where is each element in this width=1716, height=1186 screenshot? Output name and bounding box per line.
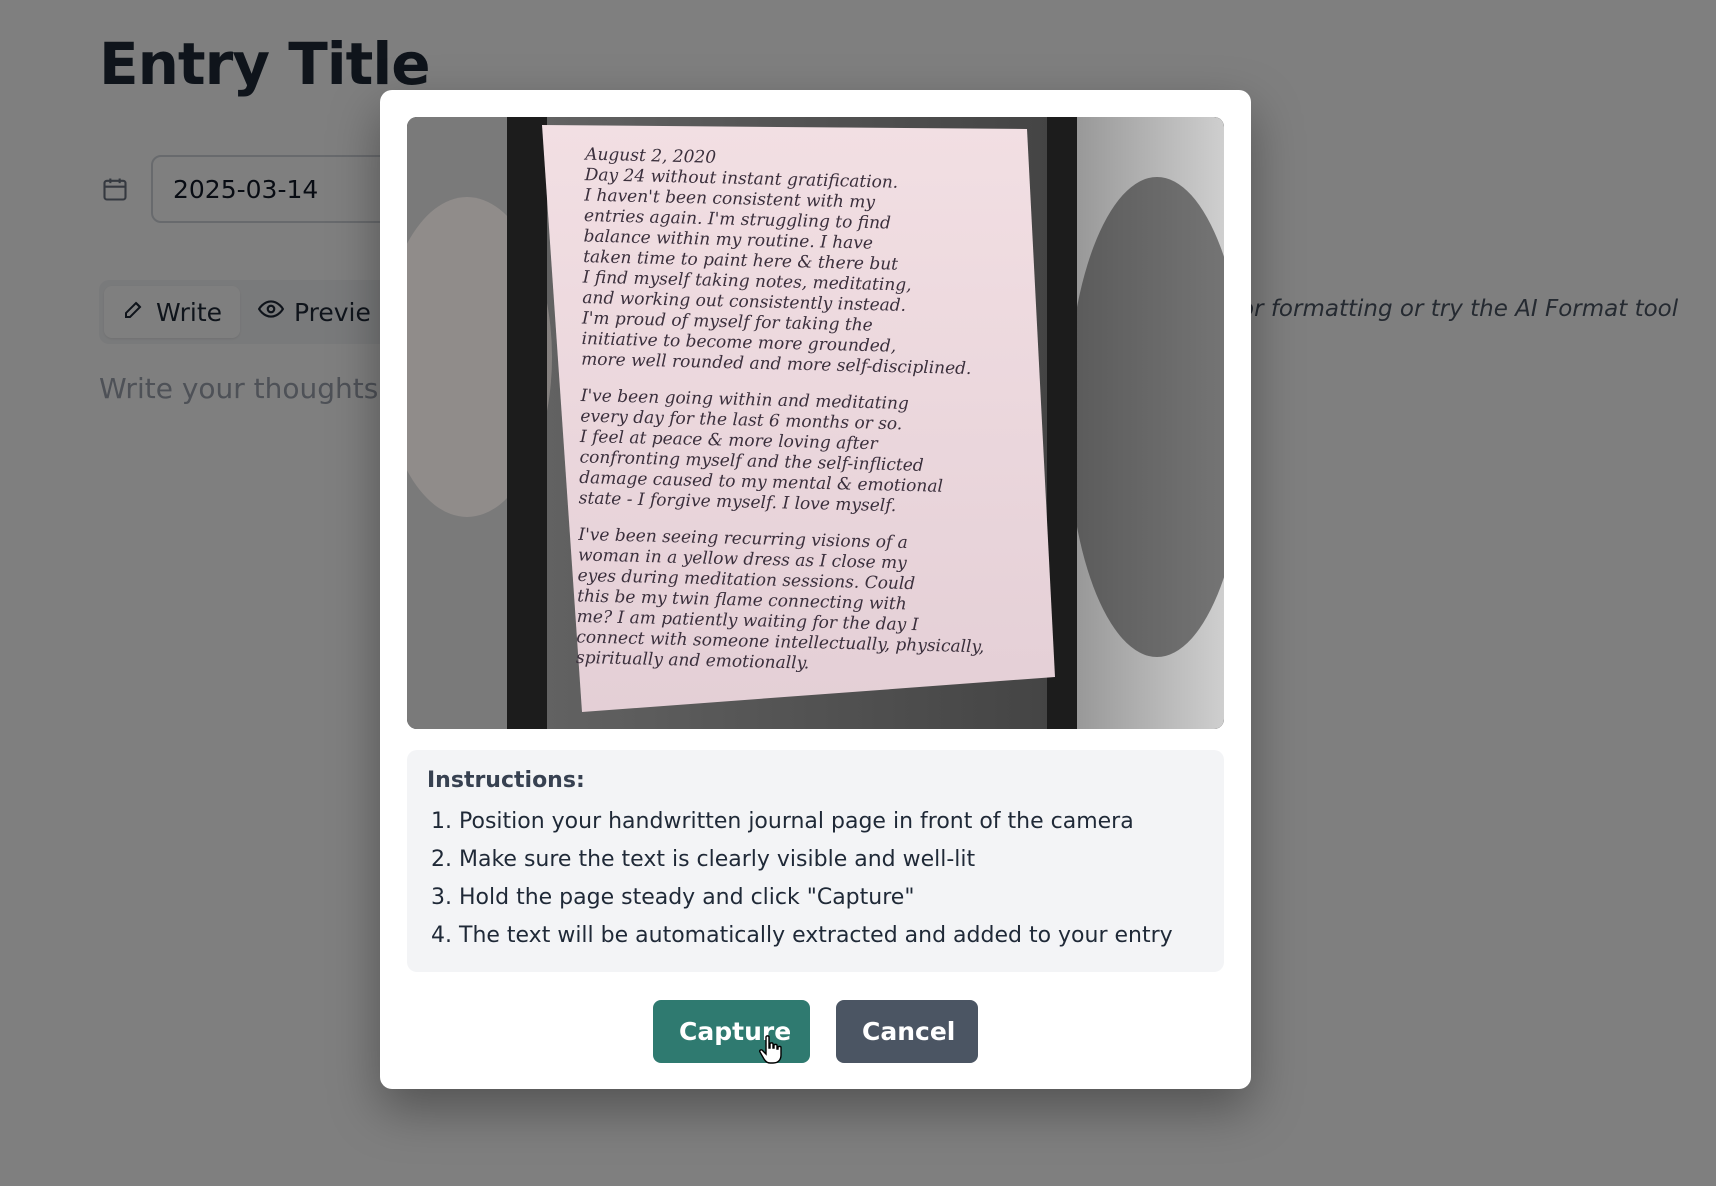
handwritten-line: August 2, 2020 (583, 145, 717, 168)
modal-actions: Capture Cancel (380, 1000, 1251, 1063)
instruction-step: The text will be automatically extracted… (459, 917, 1204, 955)
capture-button[interactable]: Capture (653, 1000, 810, 1063)
instructions-list: Position your handwritten journal page i… (427, 803, 1204, 955)
camera-capture-modal: August 2, 2020 Day 24 without instant gra… (380, 90, 1251, 1089)
camera-feed: August 2, 2020 Day 24 without instant gra… (407, 117, 1224, 729)
instruction-step: Hold the page steady and click "Capture" (459, 879, 1204, 917)
instruction-step: Make sure the text is clearly visible an… (459, 841, 1204, 879)
hand-pointer-cursor-icon (758, 1035, 784, 1069)
cancel-button[interactable]: Cancel (836, 1000, 978, 1063)
instructions-title: Instructions: (427, 768, 585, 793)
instruction-step: Position your handwritten journal page i… (459, 803, 1204, 841)
camera-feed-frame: August 2, 2020Day 24 without instant gra… (407, 117, 1224, 729)
instructions-panel: Instructions: Position your handwritten … (407, 750, 1224, 972)
